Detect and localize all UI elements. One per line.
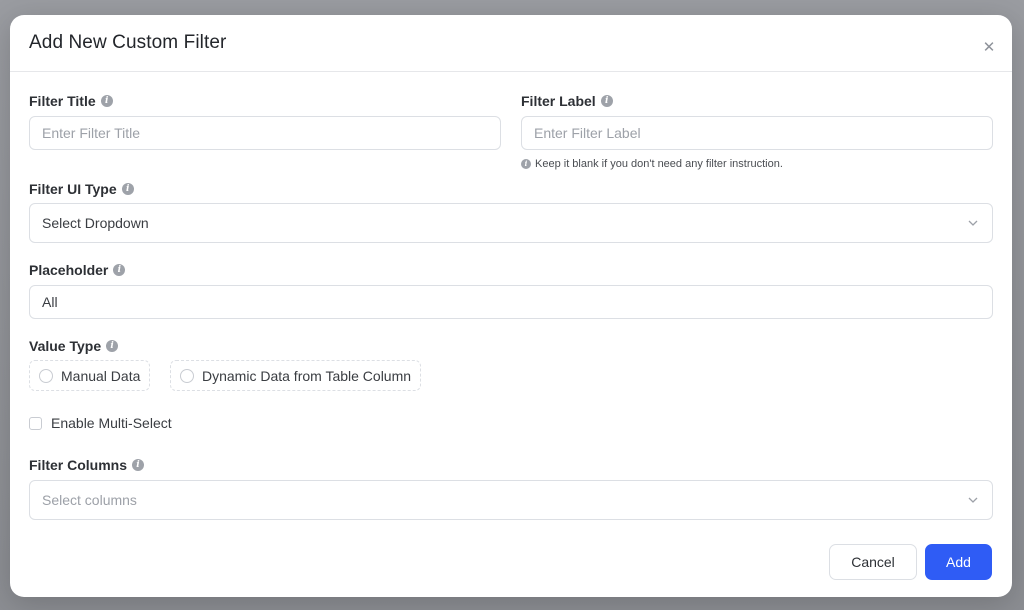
radio-dynamic-data[interactable]: Dynamic Data from Table Column <box>170 360 422 391</box>
filter-title-label: Filter Title i <box>29 93 113 109</box>
filter-ui-type-label: Filter UI Type i <box>29 181 134 197</box>
filter-title-label-text: Filter Title <box>29 93 96 109</box>
radio-dynamic-data-label: Dynamic Data from Table Column <box>202 367 412 384</box>
cancel-button[interactable]: Cancel <box>829 544 917 580</box>
multi-select-checkbox[interactable] <box>29 416 42 430</box>
filter-columns-label: Filter Columns i <box>29 457 145 473</box>
info-icon[interactable]: i <box>121 183 134 195</box>
multi-select-label: Enable Multi-Select <box>51 415 172 431</box>
chevron-down-icon <box>968 497 978 503</box>
value-type-label-text: Value Type <box>29 338 102 354</box>
enable-multi-select[interactable]: Enable Multi-Select <box>29 415 172 431</box>
add-button[interactable]: Add <box>925 544 992 580</box>
radio-circle[interactable] <box>180 368 194 383</box>
filter-columns-label-text: Filter Columns <box>29 457 128 473</box>
chevron-down-icon <box>968 220 978 226</box>
filter-columns-select[interactable]: Select columns <box>29 480 993 520</box>
value-type-label: Value Type i <box>29 338 119 354</box>
info-icon: i <box>521 159 531 169</box>
modal-title: Add New Custom Filter <box>29 32 227 53</box>
custom-filter-modal: Add New Custom Filter ✕ Filter Title i F… <box>10 15 1012 597</box>
filter-label-hint-text: Keep it blank if you don't need any filt… <box>535 158 783 170</box>
filter-title-input[interactable] <box>29 116 501 150</box>
radio-manual-data-label: Manual Data <box>61 367 141 384</box>
filter-ui-type-label-text: Filter UI Type <box>29 181 117 197</box>
radio-manual-data[interactable]: Manual Data <box>29 360 151 391</box>
info-icon[interactable]: i <box>132 459 145 471</box>
close-icon[interactable]: ✕ <box>980 39 998 57</box>
filter-columns-placeholder: Select columns <box>42 492 137 508</box>
info-icon[interactable]: i <box>106 340 119 352</box>
placeholder-label-text: Placeholder <box>29 262 109 278</box>
info-icon[interactable]: i <box>600 95 613 107</box>
filter-label-input[interactable] <box>521 116 993 150</box>
filter-ui-type-selected: Select Dropdown <box>42 215 149 231</box>
radio-circle[interactable] <box>39 368 53 383</box>
info-icon[interactable]: i <box>113 264 126 276</box>
modal-header: Add New Custom Filter ✕ <box>10 15 1012 72</box>
filter-ui-type-select[interactable]: Select Dropdown <box>29 203 993 243</box>
filter-label-label: Filter Label i <box>521 93 613 109</box>
filter-label-hint: i Keep it blank if you don't need any fi… <box>521 158 783 170</box>
placeholder-input[interactable] <box>29 285 993 319</box>
filter-label-label-text: Filter Label <box>521 93 596 109</box>
info-icon[interactable]: i <box>100 95 113 107</box>
placeholder-label: Placeholder i <box>29 262 126 278</box>
